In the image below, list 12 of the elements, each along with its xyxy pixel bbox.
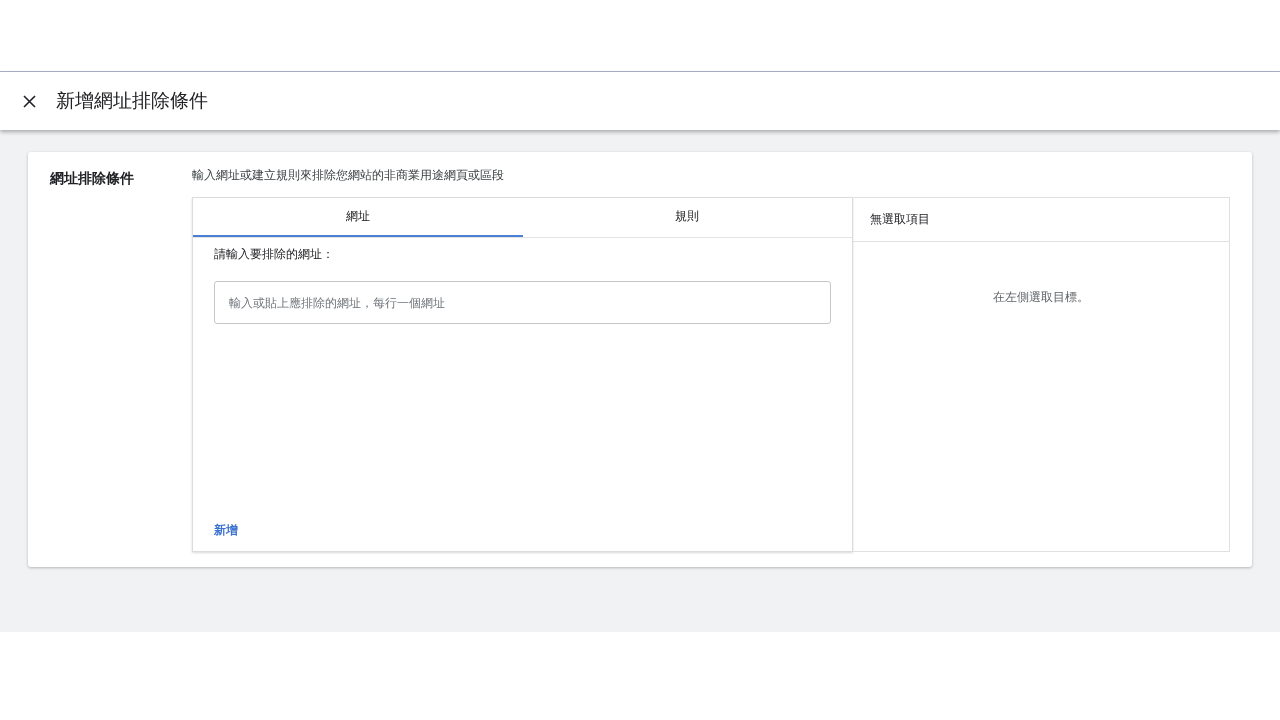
- tab[interactable]: 規則: [522, 198, 852, 237]
- close-button[interactable]: [20, 92, 38, 110]
- close-icon: [22, 94, 36, 108]
- tab[interactable]: 網址: [193, 198, 523, 237]
- input-prompt: 請輸入要排除的網址：: [214, 246, 335, 263]
- empty-message: 在左側選取目標。: [993, 289, 1089, 306]
- url-input-field[interactable]: 輸入或貼上應排除的網址，每行一個網址: [214, 281, 831, 324]
- selection-title: 無選取項目: [870, 211, 930, 228]
- section-description: 輸入網址或建立規則來排除您網站的非商業用途網頁或區段: [192, 168, 505, 183]
- section-label: 網址排除條件: [50, 170, 135, 188]
- add-link[interactable]: 新增: [214, 522, 238, 539]
- page-title: 新增網址排除條件: [56, 88, 208, 113]
